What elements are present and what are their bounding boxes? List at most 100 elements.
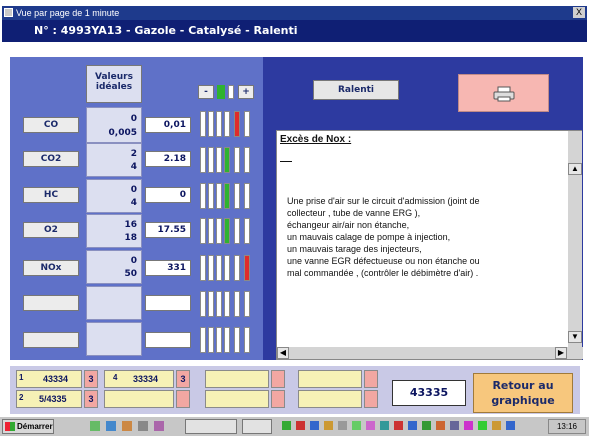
tray-icon-1[interactable] [282, 421, 291, 430]
scroll-up-arrow-icon[interactable]: ▲ [568, 163, 582, 175]
ideal-value-hc: 0 4 [86, 179, 142, 213]
ideal-value-empty-1 [86, 286, 142, 320]
print-button[interactable] [458, 74, 549, 112]
tray-icon-3[interactable] [310, 421, 319, 430]
scroll-left-arrow-icon[interactable]: ◀ [277, 347, 289, 359]
taskbar-window-button-1[interactable] [185, 419, 237, 434]
gauge-marker [228, 85, 234, 99]
current-value-hc: 0 [145, 187, 191, 203]
history-group-2: 4 33334 3 [104, 370, 194, 408]
ideal-top-co2: 2 [130, 149, 137, 159]
tray-icon-8[interactable] [380, 421, 389, 430]
tray-icon-6[interactable] [352, 421, 361, 430]
history-item-1-num: 1 [19, 373, 24, 382]
history-slot-empty-2-badge[interactable] [271, 370, 285, 388]
diagnosis-title: Excès de Nox : [280, 134, 352, 145]
gas-label-empty-2[interactable] [23, 332, 79, 348]
history-group-3 [205, 370, 291, 408]
gas-label-o2[interactable]: O2 [23, 222, 79, 238]
printer-icon [493, 86, 515, 102]
history-slot-empty-3[interactable] [205, 390, 269, 408]
ideal-value-nox: 0 50 [86, 250, 142, 284]
history-slot-empty-4-badge[interactable] [364, 370, 378, 388]
current-value-empty-1 [145, 295, 191, 311]
gauge-plus-button[interactable]: + [238, 85, 254, 99]
quick-launch-icon-2[interactable] [106, 421, 116, 431]
gauge-green-indicator [217, 85, 225, 99]
quick-launch-icon-4[interactable] [138, 421, 148, 431]
gas-label-co2[interactable]: CO2 [23, 151, 79, 167]
ideal-bottom-hc: 4 [130, 198, 137, 208]
history-slot-empty-1-badge[interactable] [176, 390, 190, 408]
history-slot-empty-5-badge[interactable] [364, 390, 378, 408]
history-item-1-badge[interactable]: 3 [84, 370, 98, 388]
history-slot-empty-2[interactable] [205, 370, 269, 388]
gauge-nox [198, 255, 260, 281]
ideal-top-nox: 0 [130, 256, 137, 266]
tray-icon-2[interactable] [296, 421, 305, 430]
return-to-graph-button[interactable]: Retour au graphique [473, 373, 573, 413]
diagnosis-text: Une prise d'air sur le circuit d'admissi… [287, 195, 572, 279]
current-value-nox: 331 [145, 260, 191, 276]
tray-icon-10[interactable] [408, 421, 417, 430]
history-item-3-code: 33334 [133, 374, 159, 384]
history-slot-empty-4[interactable] [298, 370, 362, 388]
history-item-2[interactable]: 2 5/4335 [16, 390, 82, 408]
history-slot-empty-3-badge[interactable] [271, 390, 285, 408]
mode-ralenti-button[interactable]: Ralenti [313, 80, 399, 100]
tray-icon-5[interactable] [338, 421, 347, 430]
ideal-value-co2: 2 4 [86, 143, 142, 177]
scroll-right-arrow-icon[interactable]: ▶ [555, 347, 567, 359]
gas-label-nox[interactable]: NOx [23, 260, 79, 276]
history-item-1[interactable]: 1 43334 [16, 370, 82, 388]
tray-icon-15[interactable] [478, 421, 487, 430]
ideal-bottom-co2: 4 [130, 162, 137, 172]
tray-icon-11[interactable] [422, 421, 431, 430]
history-slot-empty-5[interactable] [298, 390, 362, 408]
close-button[interactable]: X [573, 7, 585, 18]
diagnosis-line-4: un mauvais calage de pompe à injection, [287, 232, 451, 242]
ideal-bottom-nox: 50 [124, 269, 137, 279]
gas-label-hc[interactable]: HC [23, 187, 79, 203]
history-item-3[interactable]: 4 33334 [104, 370, 174, 388]
ideal-header-line1: Valeurs [95, 72, 133, 82]
scroll-down-arrow-icon[interactable]: ▼ [568, 331, 582, 343]
ideal-top-o2: 16 [124, 220, 137, 230]
gauge-header: - + [198, 83, 260, 101]
return-line-1: Retour au [492, 379, 554, 392]
ideal-value-empty-2 [86, 322, 142, 356]
ideal-top-co: 0 [130, 114, 137, 124]
ideal-values-header: Valeurs idéales [86, 65, 142, 103]
quick-launch-icon-1[interactable] [90, 421, 100, 431]
gauge-hc [198, 183, 260, 209]
vertical-scrollbar[interactable]: ▲ ▼ [568, 131, 582, 347]
gauge-co2 [198, 147, 260, 173]
tray-icon-17[interactable] [506, 421, 515, 430]
tray-icon-7[interactable] [366, 421, 375, 430]
quick-launch-icon-5[interactable] [154, 421, 164, 431]
history-slot-empty-1[interactable] [104, 390, 174, 408]
gas-label-empty-1[interactable] [23, 295, 79, 311]
history-item-2-badge[interactable]: 3 [84, 390, 98, 408]
start-button[interactable]: Démarrer [2, 419, 54, 434]
ideal-bottom-o2: 18 [124, 233, 137, 243]
diagnosis-line-2: collecteur , tube de vanne ERG ), [287, 208, 421, 218]
gas-label-co[interactable]: CO [23, 117, 79, 133]
tray-icon-16[interactable] [492, 421, 501, 430]
diagnosis-textbox[interactable]: Excès de Nox : Une prise d'air sur le ci… [276, 130, 583, 360]
horizontal-scrollbar[interactable]: ◀ ▶ [277, 347, 583, 359]
history-item-2-num: 2 [19, 393, 24, 402]
history-item-3-badge[interactable]: 3 [176, 370, 190, 388]
window-titlebar: Vue par page de 1 minute X [2, 6, 587, 20]
diagnosis-line-7: mal commandée , (contrôler le débimètre … [287, 268, 479, 278]
tray-icon-13[interactable] [450, 421, 459, 430]
tray-icon-14[interactable] [464, 421, 473, 430]
tray-icon-4[interactable] [324, 421, 333, 430]
quick-launch-icon-3[interactable] [122, 421, 132, 431]
tray-icon-9[interactable] [394, 421, 403, 430]
tray-icon-12[interactable] [436, 421, 445, 430]
gauge-minus-button[interactable]: - [198, 85, 214, 99]
system-tray-icons [282, 420, 542, 433]
ideal-bottom-co: 0,005 [108, 128, 137, 138]
taskbar-window-button-2[interactable] [242, 419, 272, 434]
